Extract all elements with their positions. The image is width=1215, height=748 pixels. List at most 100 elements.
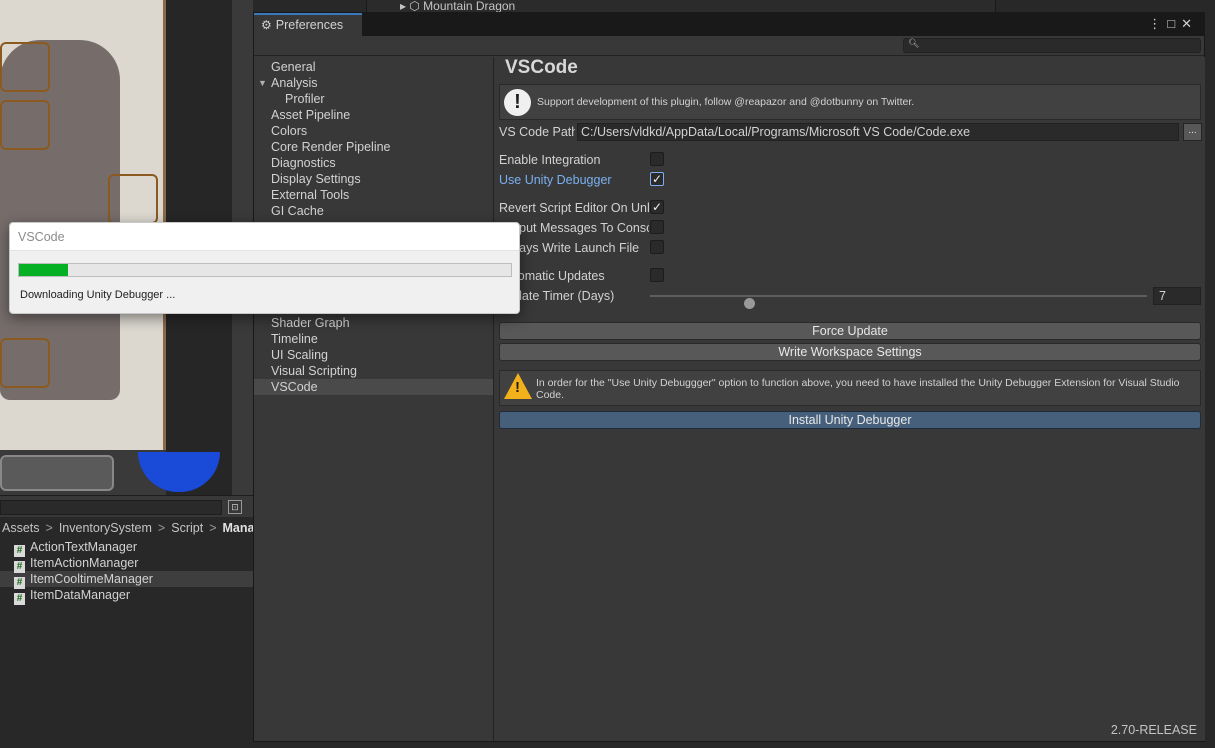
scene-slot <box>0 338 50 388</box>
info-icon: ! <box>504 89 531 116</box>
file-name: ActionTextManager <box>30 540 138 554</box>
file-name: ItemCooltimeManager <box>30 572 153 586</box>
project-search-input[interactable] <box>0 500 222 515</box>
csharp-script-icon: # <box>14 593 25 605</box>
use-unity-debugger-checkbox[interactable]: ✓ <box>650 172 664 186</box>
sidebar-item-shader-graph[interactable]: Shader Graph <box>254 315 493 331</box>
sidebar-item-external-tools[interactable]: External Tools <box>254 187 493 203</box>
tab-title: Preferences <box>275 18 344 32</box>
sidebar-item-core-render-pipeline[interactable]: Core Render Pipeline <box>254 139 493 155</box>
fold-down-icon[interactable]: ▼ <box>258 75 267 91</box>
vscode-settings-panel: VSCode ! Support development of this plu… <box>495 57 1205 741</box>
list-item[interactable]: # ItemCooltimeManager <box>0 571 253 589</box>
support-message: Support development of this plugin, foll… <box>537 96 915 108</box>
update-timer-slider[interactable] <box>650 295 1147 309</box>
window-controls: ⋮□✕ <box>1148 16 1198 32</box>
sidebar-item-diagnostics[interactable]: Diagnostics <box>254 155 493 171</box>
breadcrumb-item[interactable]: Assets <box>2 521 40 535</box>
vscode-path-label: VS Code Path <box>499 125 575 139</box>
scene-hotbar <box>0 455 114 491</box>
breadcrumb-item[interactable]: Script <box>171 521 203 535</box>
dialog-title: VSCode <box>18 230 65 244</box>
preferences-search-bar: 🔍︎ <box>254 36 1204 56</box>
automatic-updates-checkbox[interactable] <box>650 268 664 282</box>
chevron-right-icon: > <box>209 521 217 535</box>
setting-row: Revert Script Editor On Unload ✓ <box>499 199 1201 217</box>
info-helpbox: ! Support development of this plugin, fo… <box>499 84 1201 120</box>
inspector-edge <box>1205 0 1215 748</box>
preferences-window: ⚙ Preferences ⋮□✕ 🔍︎ General ▼ Analysis Pr… <box>253 12 1205 742</box>
version-label: 2.70-RELEASE <box>1110 723 1197 737</box>
file-name: ItemDataManager <box>30 588 131 602</box>
list-item[interactable]: # ItemActionManager <box>0 555 253 573</box>
install-unity-debugger-button[interactable]: Install Unity Debugger <box>499 411 1201 429</box>
chevron-right-icon: > <box>157 521 166 535</box>
setting-label: Always Write Launch File <box>499 241 640 255</box>
update-timer-label: Update Timer (Days) <box>499 289 615 303</box>
sidebar-item-asset-pipeline[interactable]: Asset Pipeline <box>254 107 493 123</box>
setting-label: Revert Script Editor On Unload <box>499 201 649 215</box>
enable-integration-checkbox[interactable] <box>650 152 664 166</box>
breadcrumb-item[interactable]: Manager <box>223 521 254 535</box>
warning-helpbox: ! In order for the "Use Unity Debuggger"… <box>499 370 1201 406</box>
output-messages-checkbox[interactable] <box>650 220 664 234</box>
close-icon[interactable]: ✕ <box>1181 16 1198 31</box>
vscode-path-row: VS Code Path C:/Users/vldkd/AppData/Loca… <box>499 123 1202 141</box>
gear-icon: ⚙ <box>261 18 272 32</box>
sidebar-item-timeline[interactable]: Timeline <box>254 331 493 347</box>
progress-message: Downloading Unity Debugger ... <box>20 289 176 301</box>
browse-button[interactable]: ... <box>1183 123 1202 141</box>
kebab-menu-icon[interactable]: ⋮ <box>1148 16 1167 31</box>
update-timer-field[interactable]: 7 <box>1153 287 1201 305</box>
list-item[interactable]: # ItemDataManager <box>0 587 253 605</box>
write-workspace-settings-button[interactable]: Write Workspace Settings <box>499 343 1201 361</box>
sidebar-item-general[interactable]: General <box>254 59 493 75</box>
sidebar-item-visual-scripting[interactable]: Visual Scripting <box>254 363 493 379</box>
warning-message: In order for the "Use Unity Debuggger" o… <box>536 377 1180 401</box>
search-by-type-icon[interactable]: ⊡ <box>228 500 242 514</box>
sidebar-item-analysis[interactable]: ▼ Analysis <box>254 75 493 91</box>
progress-dialog: VSCode Downloading Unity Debugger ... <box>9 222 520 314</box>
sidebar-item-label: Analysis <box>271 76 318 90</box>
force-update-button[interactable]: Force Update <box>499 322 1201 340</box>
setting-row: Always Write Launch File <box>499 239 1201 257</box>
tab-preferences[interactable]: ⚙ Preferences <box>254 13 362 36</box>
sidebar-item-gi-cache[interactable]: GI Cache <box>254 203 493 219</box>
list-item[interactable]: # ActionTextManager <box>0 539 253 557</box>
update-timer-row: Update Timer (Days) 7 <box>499 287 1201 309</box>
sidebar-item-ui-scaling[interactable]: UI Scaling <box>254 347 493 363</box>
search-icon: 🔍︎ <box>908 38 920 48</box>
sidebar-item-vscode[interactable]: VSCode <box>254 379 493 395</box>
project-search-row: ⊡ <box>0 495 253 517</box>
setting-row: Use Unity Debugger ✓ <box>499 171 1201 189</box>
setting-label: Use Unity Debugger <box>499 173 612 187</box>
setting-row: Enable Integration <box>499 151 1201 169</box>
maximize-icon[interactable]: □ <box>1167 16 1181 31</box>
slider-thumb[interactable] <box>744 298 756 309</box>
progress-bar <box>18 263 512 277</box>
sidebar-item-profiler[interactable]: Profiler <box>254 91 493 107</box>
preferences-search-input[interactable]: 🔍︎ <box>903 38 1201 53</box>
chevron-right-icon: > <box>45 521 53 535</box>
setting-label: Enable Integration <box>499 153 601 167</box>
sidebar-item-colors[interactable]: Colors <box>254 123 493 139</box>
dialog-titlebar <box>10 223 519 251</box>
breadcrumb: Assets > InventorySystem > Script > Manager <box>0 517 253 539</box>
always-write-launch-file-checkbox[interactable] <box>650 240 664 254</box>
setting-row: Automatic Updates <box>499 267 1201 285</box>
setting-label: Output Messages To Console <box>499 221 649 235</box>
progress-fill <box>19 264 69 276</box>
scene-slot <box>0 42 50 92</box>
vscode-path-field[interactable]: C:/Users/vldkd/AppData/Local/Programs/Mi… <box>577 123 1179 141</box>
breadcrumb-item[interactable]: InventorySystem <box>59 521 152 535</box>
sidebar-item-display-settings[interactable]: Display Settings <box>254 171 493 187</box>
preferences-sidebar: General ▼ Analysis Profiler Asset Pipelin… <box>254 57 494 741</box>
file-name: ItemActionManager <box>30 556 139 570</box>
project-panel: ⊡ Assets>InventorySystem>Script>Manager … <box>0 495 253 748</box>
scene-slot <box>108 174 158 224</box>
revert-script-editor-checkbox[interactable]: ✓ <box>650 200 664 214</box>
window-titlebar: ⚙ Preferences ⋮□✕ <box>254 13 1204 36</box>
hierarchy-item[interactable]: ▸ ⬡ Mountain Dragon <box>400 0 515 12</box>
scene-slot <box>0 100 50 150</box>
setting-label: Automatic Updates <box>499 269 605 283</box>
